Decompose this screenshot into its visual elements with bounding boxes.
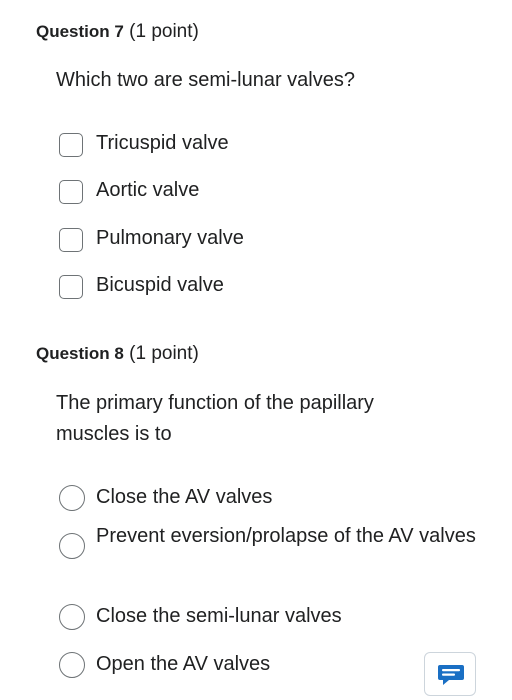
- question-7-text: Which two are semi-lunar valves?: [56, 69, 355, 91]
- option-label: Bicuspid valve: [96, 274, 224, 296]
- option-close-semilunar-valves[interactable]: Close the semi-lunar valves: [58, 601, 488, 632]
- question-7-header: Question 7 (1 point): [36, 20, 199, 44]
- question-points: (1 point): [129, 343, 199, 364]
- feedback-button[interactable]: [424, 652, 476, 696]
- option-pulmonary-valve[interactable]: Pulmonary valve: [58, 223, 488, 254]
- option-bicuspid-valve[interactable]: Bicuspid valve: [58, 270, 488, 301]
- option-label: Aortic valve: [96, 179, 200, 201]
- radio-button[interactable]: [59, 604, 85, 630]
- question-points: (1 point): [129, 21, 199, 42]
- question-8-header: Question 8 (1 point): [36, 342, 199, 366]
- radio-button[interactable]: [59, 652, 85, 678]
- checkbox[interactable]: [59, 180, 83, 204]
- option-label: Close the semi-lunar valves: [96, 605, 342, 627]
- option-aortic-valve[interactable]: Aortic valve: [58, 175, 488, 206]
- chat-feedback-icon: [438, 665, 464, 685]
- option-close-av-valves[interactable]: Close the AV valves: [58, 482, 488, 513]
- checkbox[interactable]: [59, 133, 83, 157]
- question-number: Question 8: [36, 344, 124, 363]
- question-number: Question 7: [36, 22, 124, 41]
- radio-button[interactable]: [59, 485, 85, 511]
- option-tricuspid-valve[interactable]: Tricuspid valve: [58, 128, 488, 159]
- option-label: Pulmonary valve: [96, 227, 244, 249]
- option-label: Close the AV valves: [96, 486, 273, 508]
- checkbox[interactable]: [59, 275, 83, 299]
- option-label: Prevent eversion/prolapse of the AV valv…: [96, 525, 476, 547]
- radio-button[interactable]: [59, 533, 85, 559]
- option-prevent-eversion[interactable]: Prevent eversion/prolapse of the AV valv…: [58, 521, 488, 583]
- option-label: Tricuspid valve: [96, 132, 229, 154]
- checkbox[interactable]: [59, 228, 83, 252]
- question-8-text: The primary function of the papillary mu…: [56, 392, 374, 445]
